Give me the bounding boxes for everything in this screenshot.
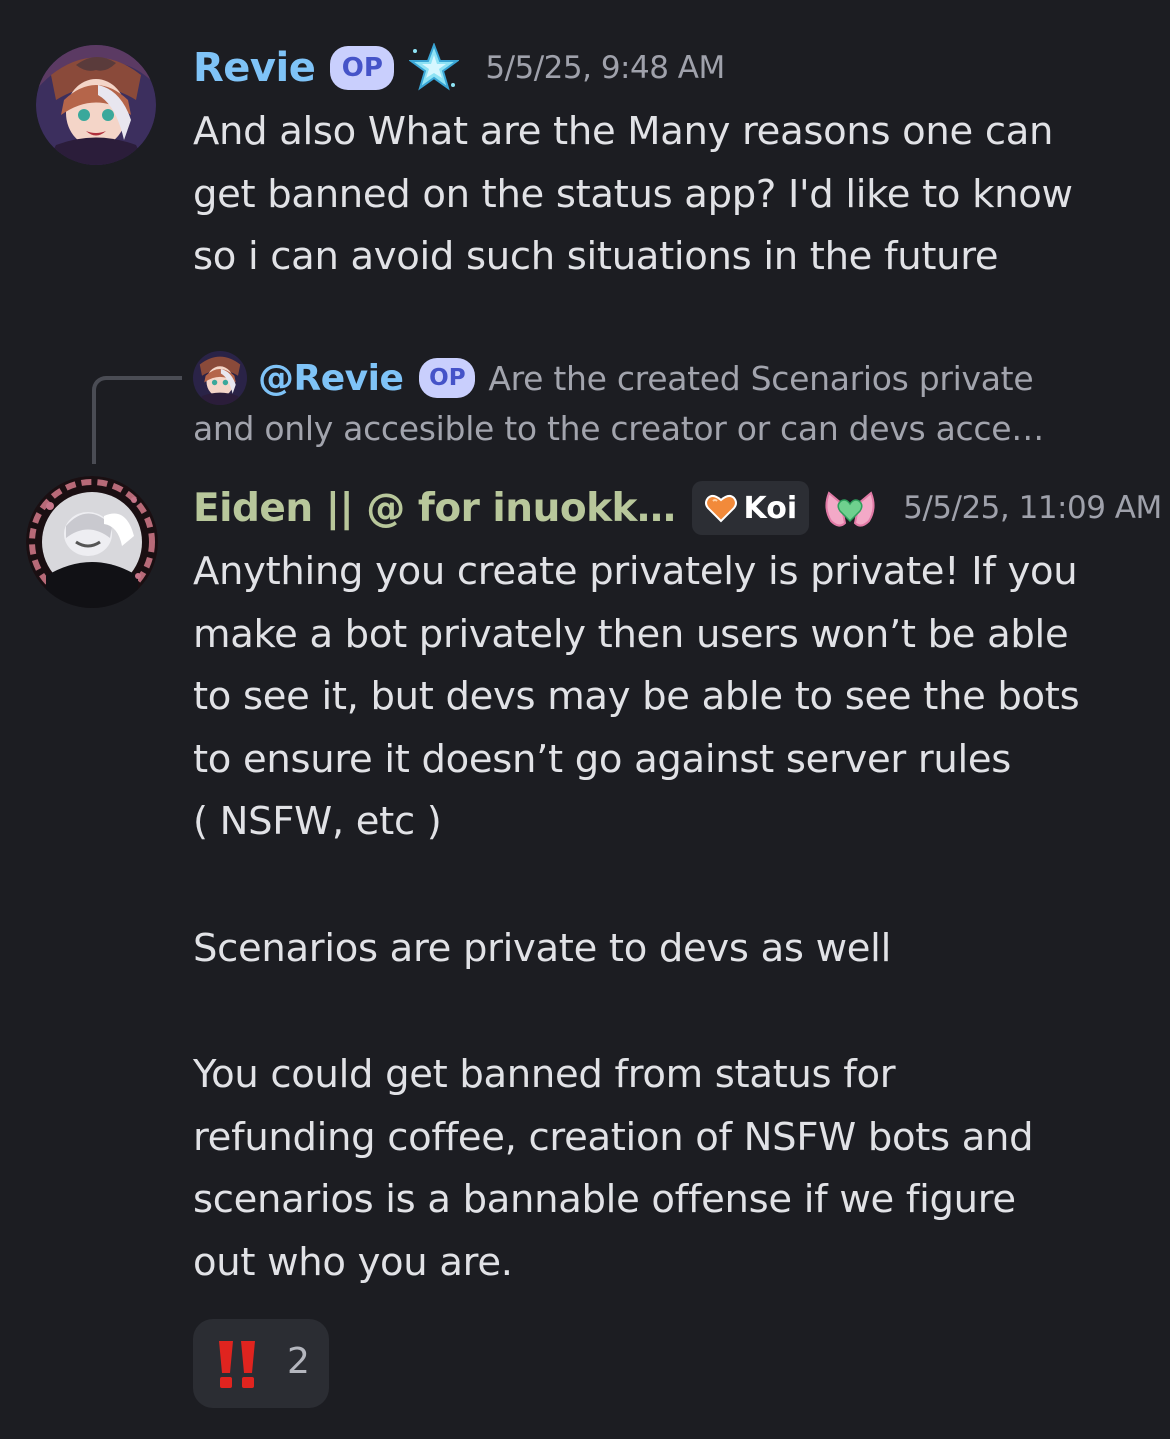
reply-mention[interactable]: @Revie: [258, 358, 404, 399]
reply-text-line1: Are the created Scenarios private: [488, 358, 1034, 398]
avatar[interactable]: [26, 476, 158, 608]
timestamp: 5/5/25, 9:48 AM: [485, 50, 725, 86]
double-exclamation-icon: ‼️: [213, 1339, 263, 1389]
eiden-avatar-image: [26, 476, 158, 608]
reaction-count: 2: [287, 1341, 310, 1382]
message-paragraph-1: Anything you create privately is private…: [193, 549, 1080, 845]
reply-reference[interactable]: @Revie OP Are the created Scenarios priv…: [193, 350, 1153, 456]
avatar[interactable]: [36, 45, 156, 165]
reply-avatar: [193, 351, 247, 405]
timestamp: 5/5/25, 11:09 AM: [903, 490, 1162, 526]
op-badge: OP: [330, 46, 395, 90]
star-icon: [408, 42, 461, 93]
reaction-emoji: ‼️: [263, 1339, 264, 1340]
reaction-button[interactable]: ‼️ 2: [193, 1319, 329, 1408]
message-header: Eiden || @ for inuokk… Koi 5/5/25, 11:09…: [193, 480, 1162, 536]
reply-op-badge: OP: [419, 358, 476, 398]
message-header: Revie OP 5/5/25, 9:48 AM: [193, 40, 725, 96]
message-paragraph-2: Scenarios are private to devs as well: [193, 926, 891, 971]
role-tag-label: Koi: [743, 490, 798, 526]
revie-avatar-image: [36, 45, 156, 165]
author-name[interactable]: Eiden || @ for inuokk…: [193, 486, 676, 531]
reply-text-line2: and only accesible to the creator or can…: [193, 409, 1044, 448]
heart-hands-icon: [821, 483, 879, 533]
message-body: And also What are the Many reasons one c…: [193, 109, 1073, 280]
revie-avatar-small: [193, 351, 247, 405]
author-name[interactable]: Revie: [193, 45, 316, 91]
heart-icon: [704, 491, 738, 525]
reply-connector: [92, 376, 182, 464]
role-tag: Koi: [691, 481, 810, 535]
message-paragraph-3: You could get banned from status for ref…: [193, 1052, 1034, 1285]
